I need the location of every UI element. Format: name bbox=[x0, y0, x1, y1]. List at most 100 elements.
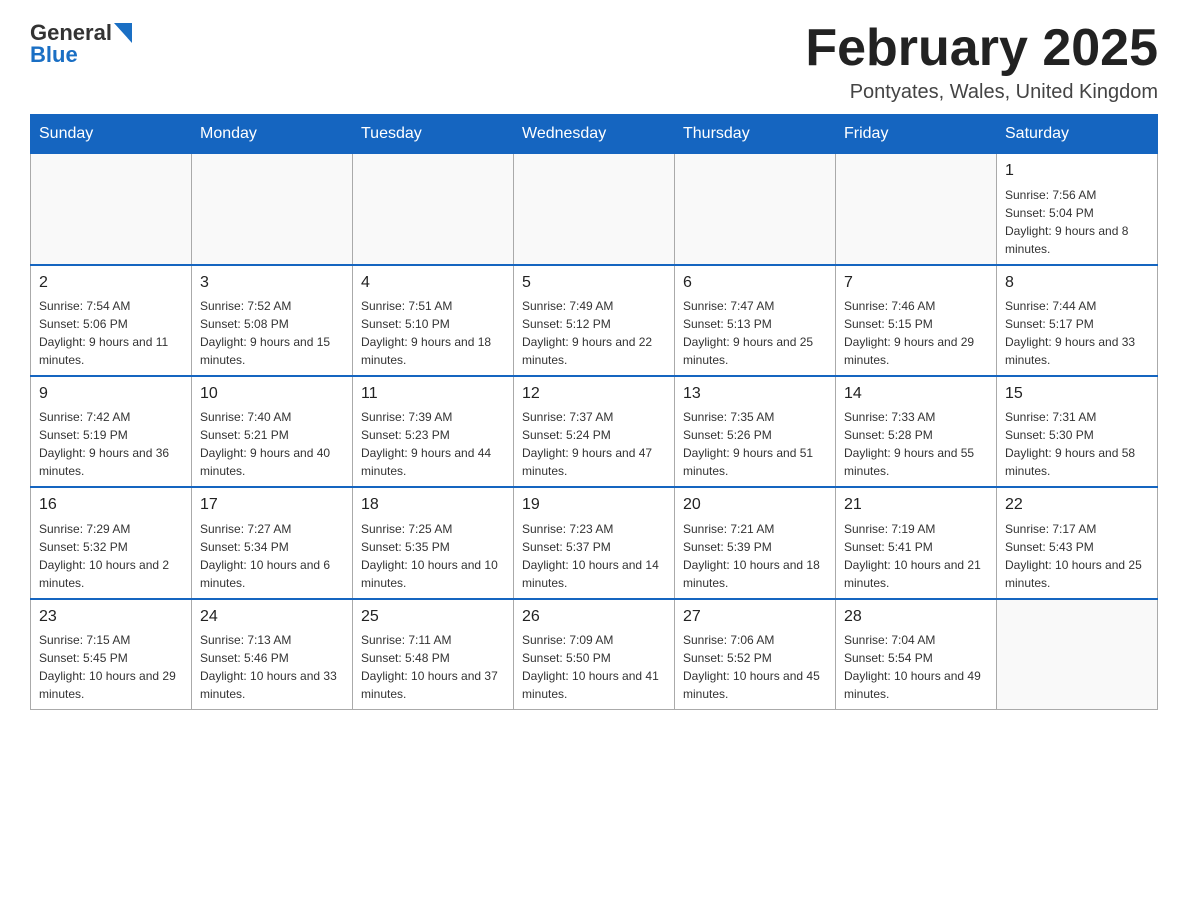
calendar-day-header: Monday bbox=[192, 115, 353, 154]
day-info: Sunrise: 7:29 AMSunset: 5:32 PMDaylight:… bbox=[39, 520, 183, 592]
calendar-day-cell bbox=[31, 154, 192, 265]
day-number: 9 bbox=[39, 383, 183, 405]
day-number: 14 bbox=[844, 383, 988, 405]
calendar-day-cell: 16 Sunrise: 7:29 AMSunset: 5:32 PMDayligh… bbox=[31, 487, 192, 598]
calendar-day-cell: 15 Sunrise: 7:31 AMSunset: 5:30 PMDayligh… bbox=[997, 376, 1158, 487]
day-info: Sunrise: 7:23 AMSunset: 5:37 PMDaylight:… bbox=[522, 520, 666, 592]
calendar-week-row: 9 Sunrise: 7:42 AMSunset: 5:19 PMDaylight… bbox=[31, 376, 1158, 487]
calendar-header-row: SundayMondayTuesdayWednesdayThursdayFrid… bbox=[31, 115, 1158, 154]
day-number: 26 bbox=[522, 606, 666, 628]
calendar-day-header: Saturday bbox=[997, 115, 1158, 154]
day-number: 1 bbox=[1005, 160, 1149, 182]
day-number: 11 bbox=[361, 383, 505, 405]
calendar-day-cell: 18 Sunrise: 7:25 AMSunset: 5:35 PMDayligh… bbox=[353, 487, 514, 598]
calendar-day-cell: 11 Sunrise: 7:39 AMSunset: 5:23 PMDayligh… bbox=[353, 376, 514, 487]
calendar-day-cell: 26 Sunrise: 7:09 AMSunset: 5:50 PMDayligh… bbox=[514, 599, 675, 710]
day-number: 7 bbox=[844, 272, 988, 294]
calendar-day-cell: 3 Sunrise: 7:52 AMSunset: 5:08 PMDaylight… bbox=[192, 265, 353, 376]
calendar-day-header: Friday bbox=[836, 115, 997, 154]
calendar-day-header: Wednesday bbox=[514, 115, 675, 154]
day-info: Sunrise: 7:04 AMSunset: 5:54 PMDaylight:… bbox=[844, 631, 988, 703]
day-info: Sunrise: 7:47 AMSunset: 5:13 PMDaylight:… bbox=[683, 297, 827, 369]
day-number: 2 bbox=[39, 272, 183, 294]
day-info: Sunrise: 7:27 AMSunset: 5:34 PMDaylight:… bbox=[200, 520, 344, 592]
logo-triangle-icon bbox=[114, 23, 132, 43]
calendar-day-cell bbox=[997, 599, 1158, 710]
day-number: 19 bbox=[522, 494, 666, 516]
calendar-day-cell: 2 Sunrise: 7:54 AMSunset: 5:06 PMDaylight… bbox=[31, 265, 192, 376]
day-number: 24 bbox=[200, 606, 344, 628]
day-info: Sunrise: 7:37 AMSunset: 5:24 PMDaylight:… bbox=[522, 408, 666, 480]
day-number: 25 bbox=[361, 606, 505, 628]
day-number: 6 bbox=[683, 272, 827, 294]
calendar-day-cell: 24 Sunrise: 7:13 AMSunset: 5:46 PMDayligh… bbox=[192, 599, 353, 710]
calendar-day-cell: 12Sunrise: 7:37 AMSunset: 5:24 PMDayligh… bbox=[514, 376, 675, 487]
day-info: Sunrise: 7:40 AMSunset: 5:21 PMDaylight:… bbox=[200, 408, 344, 480]
logo-blue-text: Blue bbox=[30, 42, 78, 68]
title-section: February 2025 Pontyates, Wales, United K… bbox=[805, 20, 1158, 104]
calendar-day-cell: 1 Sunrise: 7:56 AMSunset: 5:04 PMDaylight… bbox=[997, 154, 1158, 265]
day-number: 28 bbox=[844, 606, 988, 628]
calendar-day-cell bbox=[675, 154, 836, 265]
calendar-day-cell: 6 Sunrise: 7:47 AMSunset: 5:13 PMDaylight… bbox=[675, 265, 836, 376]
day-number: 16 bbox=[39, 494, 183, 516]
calendar-day-cell: 20 Sunrise: 7:21 AMSunset: 5:39 PMDayligh… bbox=[675, 487, 836, 598]
day-info: Sunrise: 7:46 AMSunset: 5:15 PMDaylight:… bbox=[844, 297, 988, 369]
calendar-day-cell bbox=[836, 154, 997, 265]
calendar-day-cell: 13Sunrise: 7:35 AMSunset: 5:26 PMDayligh… bbox=[675, 376, 836, 487]
calendar-day-header: Sunday bbox=[31, 115, 192, 154]
calendar-table: SundayMondayTuesdayWednesdayThursdayFrid… bbox=[30, 114, 1158, 710]
day-number: 21 bbox=[844, 494, 988, 516]
day-number: 22 bbox=[1005, 494, 1149, 516]
month-title: February 2025 bbox=[805, 20, 1158, 77]
day-number: 17 bbox=[200, 494, 344, 516]
day-info: Sunrise: 7:15 AMSunset: 5:45 PMDaylight:… bbox=[39, 631, 183, 703]
day-info: Sunrise: 7:33 AMSunset: 5:28 PMDaylight:… bbox=[844, 408, 988, 480]
calendar-day-cell bbox=[514, 154, 675, 265]
day-number: 15 bbox=[1005, 383, 1149, 405]
calendar-week-row: 1 Sunrise: 7:56 AMSunset: 5:04 PMDaylight… bbox=[31, 154, 1158, 265]
calendar-day-cell: 14 Sunrise: 7:33 AMSunset: 5:28 PMDayligh… bbox=[836, 376, 997, 487]
calendar-week-row: 23Sunrise: 7:15 AMSunset: 5:45 PMDayligh… bbox=[31, 599, 1158, 710]
calendar-day-cell: 19 Sunrise: 7:23 AMSunset: 5:37 PMDayligh… bbox=[514, 487, 675, 598]
day-info: Sunrise: 7:44 AMSunset: 5:17 PMDaylight:… bbox=[1005, 297, 1149, 369]
day-info: Sunrise: 7:19 AMSunset: 5:41 PMDaylight:… bbox=[844, 520, 988, 592]
calendar-day-cell: 8 Sunrise: 7:44 AMSunset: 5:17 PMDaylight… bbox=[997, 265, 1158, 376]
day-info: Sunrise: 7:17 AMSunset: 5:43 PMDaylight:… bbox=[1005, 520, 1149, 592]
calendar-day-cell: 21 Sunrise: 7:19 AMSunset: 5:41 PMDayligh… bbox=[836, 487, 997, 598]
day-info: Sunrise: 7:06 AMSunset: 5:52 PMDaylight:… bbox=[683, 631, 827, 703]
calendar-week-row: 2 Sunrise: 7:54 AMSunset: 5:06 PMDaylight… bbox=[31, 265, 1158, 376]
day-number: 27 bbox=[683, 606, 827, 628]
calendar-day-cell: 4Sunrise: 7:51 AMSunset: 5:10 PMDaylight… bbox=[353, 265, 514, 376]
day-info: Sunrise: 7:49 AMSunset: 5:12 PMDaylight:… bbox=[522, 297, 666, 369]
calendar-day-cell: 22 Sunrise: 7:17 AMSunset: 5:43 PMDayligh… bbox=[997, 487, 1158, 598]
day-number: 3 bbox=[200, 272, 344, 294]
day-info: Sunrise: 7:25 AMSunset: 5:35 PMDaylight:… bbox=[361, 520, 505, 592]
day-info: Sunrise: 7:11 AMSunset: 5:48 PMDaylight:… bbox=[361, 631, 505, 703]
day-info: Sunrise: 7:21 AMSunset: 5:39 PMDaylight:… bbox=[683, 520, 827, 592]
page-header: General Blue February 2025 Pontyates, Wa… bbox=[30, 20, 1158, 104]
day-info: Sunrise: 7:54 AMSunset: 5:06 PMDaylight:… bbox=[39, 297, 183, 369]
day-info: Sunrise: 7:56 AMSunset: 5:04 PMDaylight:… bbox=[1005, 186, 1149, 258]
day-info: Sunrise: 7:09 AMSunset: 5:50 PMDaylight:… bbox=[522, 631, 666, 703]
calendar-day-cell: 9 Sunrise: 7:42 AMSunset: 5:19 PMDaylight… bbox=[31, 376, 192, 487]
calendar-day-cell: 28 Sunrise: 7:04 AMSunset: 5:54 PMDayligh… bbox=[836, 599, 997, 710]
location-subtitle: Pontyates, Wales, United Kingdom bbox=[805, 81, 1158, 104]
calendar-day-header: Thursday bbox=[675, 115, 836, 154]
calendar-day-cell: 27 Sunrise: 7:06 AMSunset: 5:52 PMDayligh… bbox=[675, 599, 836, 710]
day-info: Sunrise: 7:13 AMSunset: 5:46 PMDaylight:… bbox=[200, 631, 344, 703]
day-number: 8 bbox=[1005, 272, 1149, 294]
day-number: 18 bbox=[361, 494, 505, 516]
calendar-day-cell: 5 Sunrise: 7:49 AMSunset: 5:12 PMDaylight… bbox=[514, 265, 675, 376]
day-info: Sunrise: 7:39 AMSunset: 5:23 PMDaylight:… bbox=[361, 408, 505, 480]
day-number: 5 bbox=[522, 272, 666, 294]
calendar-week-row: 16 Sunrise: 7:29 AMSunset: 5:32 PMDayligh… bbox=[31, 487, 1158, 598]
day-number: 13 bbox=[683, 383, 827, 405]
day-info: Sunrise: 7:42 AMSunset: 5:19 PMDaylight:… bbox=[39, 408, 183, 480]
calendar-day-header: Tuesday bbox=[353, 115, 514, 154]
day-info: Sunrise: 7:52 AMSunset: 5:08 PMDaylight:… bbox=[200, 297, 344, 369]
logo: General Blue bbox=[30, 20, 132, 68]
day-info: Sunrise: 7:51 AMSunset: 5:10 PMDaylight:… bbox=[361, 297, 505, 369]
day-number: 20 bbox=[683, 494, 827, 516]
day-info: Sunrise: 7:31 AMSunset: 5:30 PMDaylight:… bbox=[1005, 408, 1149, 480]
